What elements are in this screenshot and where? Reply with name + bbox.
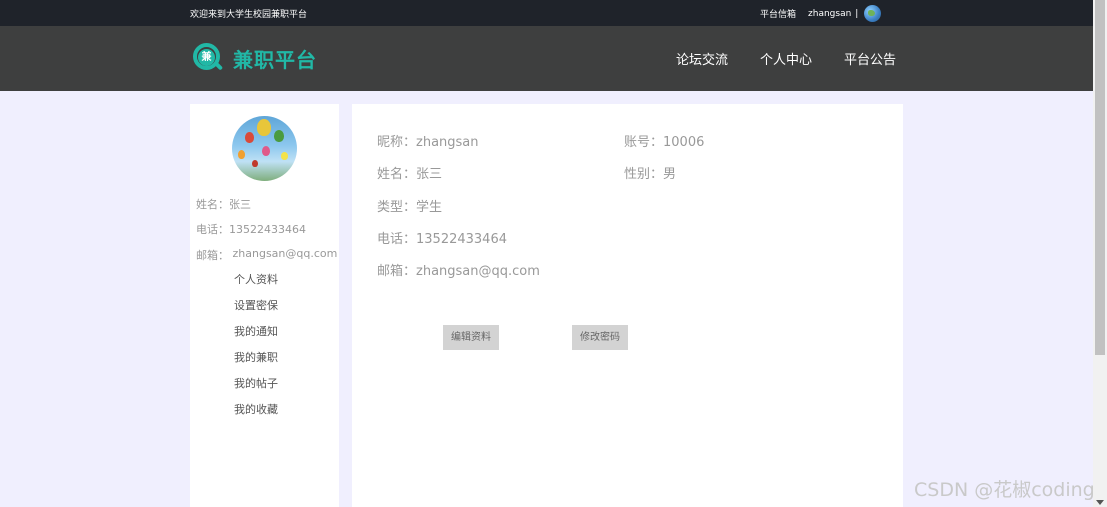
watermark: CSDN @花椒coding — [914, 479, 1095, 501]
menu-my-posts[interactable]: 我的帖子 — [234, 377, 278, 403]
gender-field: 性别：男 — [624, 167, 677, 182]
sidebar-menu: 个人资料 设置密保 我的通知 我的兼职 我的帖子 我的收藏 — [234, 273, 278, 429]
welcome-text: 欢迎来到大学生校园兼职平台 — [190, 10, 308, 20]
profile-panel: 昵称：zhangsan 账号：10006 姓名：张三 性别：男 类型：学生 电话… — [352, 104, 903, 507]
avatar — [232, 116, 297, 181]
menu-notifications[interactable]: 我的通知 — [234, 325, 278, 351]
nav-forum[interactable]: 论坛交流 — [676, 49, 728, 68]
header: 兼 兼职平台 论坛交流 个人中心 平台公告 — [0, 26, 1093, 91]
nav-announcements[interactable]: 平台公告 — [844, 49, 896, 68]
menu-profile[interactable]: 个人资料 — [234, 273, 278, 299]
logo-text: 兼职平台 — [233, 47, 317, 72]
account-field: 账号：10006 — [624, 135, 705, 150]
scrollbar-thumb[interactable] — [1095, 0, 1105, 355]
sidebar-phone: 电话：13522433464 — [196, 223, 306, 236]
sidebar-name: 姓名：张三 — [196, 198, 251, 211]
logo-char: 兼 — [198, 49, 215, 66]
search-logo-icon: 兼 — [192, 42, 224, 74]
sidebar-email-label: 邮箱： — [196, 249, 229, 262]
sidebar-email-value: zhangsan@qq.com — [232, 247, 338, 260]
menu-security-question[interactable]: 设置密保 — [234, 299, 278, 325]
scroll-down-arrow-icon[interactable] — [1096, 500, 1104, 505]
name-field: 姓名：张三 — [377, 167, 443, 182]
scrollbar[interactable] — [1093, 0, 1107, 507]
user-avatar-icon[interactable] — [864, 5, 882, 22]
menu-my-jobs[interactable]: 我的兼职 — [234, 351, 278, 377]
sidebar-email-row: 邮箱： zhangsan@qq.com — [196, 247, 337, 263]
top-bar: 欢迎来到大学生校园兼职平台 平台信箱 zhangsan | — [0, 0, 1093, 26]
username-link[interactable]: zhangsan — [808, 9, 851, 19]
nav-personal-center[interactable]: 个人中心 — [760, 49, 812, 68]
mailbox-link[interactable]: 平台信箱 — [760, 7, 796, 20]
type-field: 类型：学生 — [377, 200, 443, 215]
menu-favorites[interactable]: 我的收藏 — [234, 403, 278, 429]
sidebar: 姓名：张三 电话：13522433464 邮箱： zhangsan@qq.com… — [190, 104, 339, 507]
separator: | — [855, 8, 859, 19]
edit-profile-button[interactable]: 编辑资料 — [443, 325, 499, 350]
nickname-field: 昵称：zhangsan — [377, 135, 479, 150]
phone-field: 电话：13522433464 — [377, 232, 507, 247]
top-bar-right: 平台信箱 zhangsan | — [760, 5, 882, 22]
logo[interactable]: 兼 兼职平台 — [192, 42, 317, 74]
change-password-button[interactable]: 修改密码 — [572, 325, 628, 350]
main-nav: 论坛交流 个人中心 平台公告 — [676, 49, 928, 68]
email-field: 邮箱：zhangsan@qq.com — [377, 264, 540, 279]
